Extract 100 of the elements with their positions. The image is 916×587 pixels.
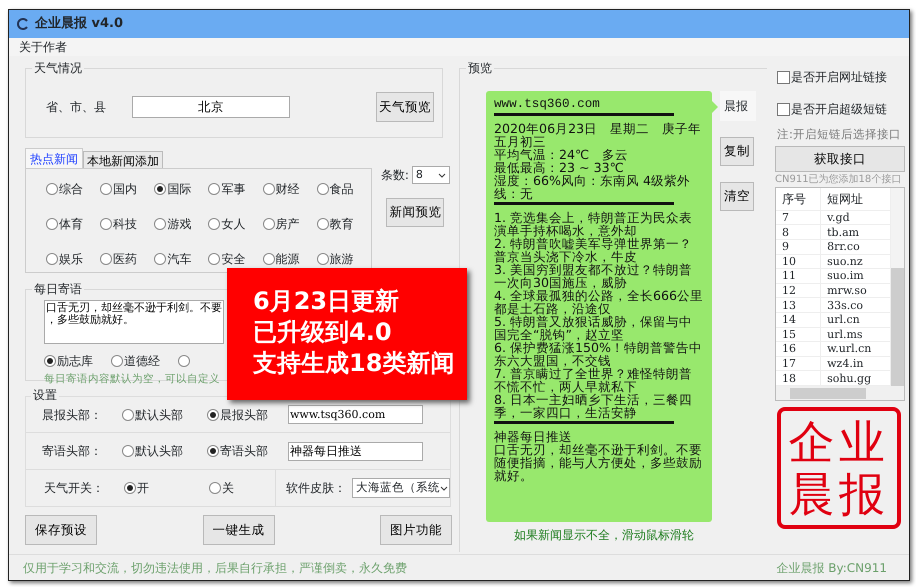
message-text: 2020年06月23日 星期二 庚子年五月初三	[494, 122, 702, 148]
banner-text: 支持生成18类新闻	[253, 348, 456, 379]
header-radio[interactable]: 寄语头部	[207, 442, 268, 460]
field-label: 省、市、县	[46, 99, 106, 116]
field-label: 软件皮肤：	[286, 480, 346, 497]
category-radio[interactable]: 游戏	[154, 211, 208, 237]
category-radio[interactable]: 医药	[100, 246, 154, 272]
header-radio[interactable]: 默认头部	[122, 442, 183, 460]
news-item: 2. 特朗普吹嘘美军导弹世界第一？普京当头浇下冷水，牛皮	[494, 237, 694, 263]
category-radio[interactable]: 国内	[100, 176, 154, 202]
app-icon	[17, 18, 29, 30]
group-title: 天气情况	[32, 60, 84, 76]
table-cell: tb.am	[820, 224, 891, 240]
table-cell: suo.im	[820, 268, 891, 284]
table-cell: mrw.so	[820, 283, 891, 298]
news-item: 8. 日本一主妇晒乡下生活，三餐四季，一家四口，生活安静	[494, 393, 694, 419]
caret-icon	[438, 172, 446, 178]
weather-preview-button[interactable]: 天气预览	[376, 92, 434, 122]
source-radio[interactable]: 励志库	[44, 352, 93, 370]
text-field[interactable]: 神器每日推送	[288, 442, 423, 460]
news-item: 1. 竞选集会上，特朗普正为民众表演单手持杯喝水，意外却	[494, 211, 694, 237]
table-cell: sohu.gg	[820, 370, 891, 386]
tab[interactable]: 热点新闻	[25, 148, 83, 168]
news-item: 3. 美国穷到盟友都不放过？特朗普一次向30国施压，威胁	[494, 263, 694, 289]
source-radio[interactable]: 道德经	[111, 352, 160, 370]
message-text: 湿度：66%风向：东南风 4级紫外线：无	[494, 174, 692, 200]
seal-text: 企业晨报	[788, 416, 890, 520]
header-radio[interactable]: 晨报头部	[207, 406, 268, 424]
table-cell: 18	[776, 370, 821, 386]
vertical-scrollbar[interactable]	[891, 188, 904, 386]
message-text: 最低最高：23 ~ 33℃	[494, 161, 624, 174]
action-button[interactable]: 保存预设	[25, 515, 97, 545]
tab[interactable]: 本地新闻添加	[83, 151, 163, 168]
table-cell: 33s.co	[820, 298, 891, 312]
table-cell: wz4.in	[820, 356, 891, 371]
category-radio[interactable]: 安全	[208, 246, 262, 272]
field-label: 条数:	[380, 167, 409, 184]
table-cell: v.gd	[820, 210, 891, 225]
category-radio[interactable]: 综合	[46, 176, 100, 202]
preview-button[interactable]: 清空	[720, 182, 754, 211]
action-button[interactable]: 一键生成	[202, 515, 274, 545]
field-label: 晨报头部：	[42, 406, 102, 424]
category-radio[interactable]: 能源	[262, 246, 317, 272]
caret-icon	[440, 486, 448, 490]
category-radio[interactable]: 娱乐	[46, 246, 100, 272]
hint-text: 如果新闻显示不全，滑动鼠标滑轮	[514, 527, 695, 544]
banner-text: 已升级到4.0	[253, 317, 393, 348]
news-item: 6. 保护费猛涨150%！特朗普警告中东六大盟国，不交钱	[494, 341, 704, 367]
category-radio[interactable]: 科技	[100, 211, 154, 237]
get-interface-button[interactable]: 获取接口	[775, 146, 905, 172]
table-cell: 16	[776, 342, 821, 356]
table-cell: 14	[776, 312, 821, 327]
note-text: 注:开启短链后选择接口	[777, 126, 902, 143]
quote-field[interactable]: 口舌无刃，却丝毫不逊于利剑。不要，多些鼓励就好。	[44, 300, 224, 344]
message-text: 口舌无刃，却丝毫不逊于利剑。不要随便指摘，能与人方便处，多些鼓励就好。	[494, 443, 703, 482]
group-title: 每日寄语	[32, 281, 84, 297]
skin-dropdown[interactable]: 大海蓝色（系统	[352, 478, 450, 498]
group-title: 预览	[466, 60, 494, 76]
count-text: CN911已为您添加18个接口	[775, 172, 902, 188]
table-cell: 17	[776, 356, 821, 371]
category-radio[interactable]: 国际	[154, 176, 208, 202]
text-field[interactable]: www.tsq360.com	[288, 405, 423, 424]
menu-item[interactable]: 关于作者	[19, 38, 67, 56]
sender-label: 晨报	[720, 91, 756, 121]
message-text: www.tsq360.com	[494, 98, 601, 111]
checkbox[interactable]: 是否开启超级短链	[777, 100, 909, 118]
table-cell: url.ms	[820, 327, 891, 342]
table-cell: url.cn	[820, 312, 891, 327]
window-title: 企业晨报 v4.0	[35, 15, 124, 34]
news-item: 5. 特朗普又放狠话威胁，保留与中国完全“脱钩”，赵立坚	[494, 315, 692, 341]
table-cell: w.url.cn	[820, 342, 891, 356]
count-dropdown[interactable]: 8	[412, 166, 450, 184]
message-text: 平均气温：24℃ 多云	[494, 148, 630, 161]
category-radio[interactable]: 汽车	[154, 246, 208, 272]
category-radio[interactable]: 食品	[316, 176, 371, 202]
category-radio[interactable]: 房产	[262, 211, 317, 237]
switch-radio[interactable]: 关	[209, 479, 234, 497]
category-radio[interactable]: 军事	[208, 176, 262, 202]
category-radio[interactable]: 体育	[46, 211, 100, 237]
table-cell: 13	[776, 298, 821, 312]
table-cell: 9	[776, 239, 821, 254]
category-radio[interactable]: 教育	[316, 211, 371, 237]
action-button[interactable]: 图片功能	[380, 515, 452, 545]
table-cell: 12	[776, 283, 821, 298]
banner-text: 6月23日更新	[253, 286, 400, 317]
category-radio[interactable]: 旅游	[316, 246, 371, 272]
field-label: 天气开关：	[44, 480, 104, 497]
category-radio[interactable]: 财经	[262, 176, 317, 202]
table-cell: 10	[776, 254, 821, 269]
status-credit: 企业晨报 By:CN911	[776, 560, 887, 576]
preview-button[interactable]: 复制	[720, 137, 754, 166]
table-cell: 8rr.co	[820, 239, 891, 254]
column-header: 序号	[776, 188, 821, 210]
horizontal-scrollbar[interactable]	[776, 386, 904, 400]
city-field[interactable]: 北京	[132, 96, 290, 118]
category-radio[interactable]: 女人	[208, 211, 262, 237]
header-radio[interactable]: 默认头部	[122, 406, 183, 424]
switch-radio[interactable]: 开	[124, 479, 149, 497]
news-preview-button[interactable]: 新闻预览	[386, 198, 444, 227]
checkbox[interactable]: 是否开启网址链接	[777, 68, 909, 86]
